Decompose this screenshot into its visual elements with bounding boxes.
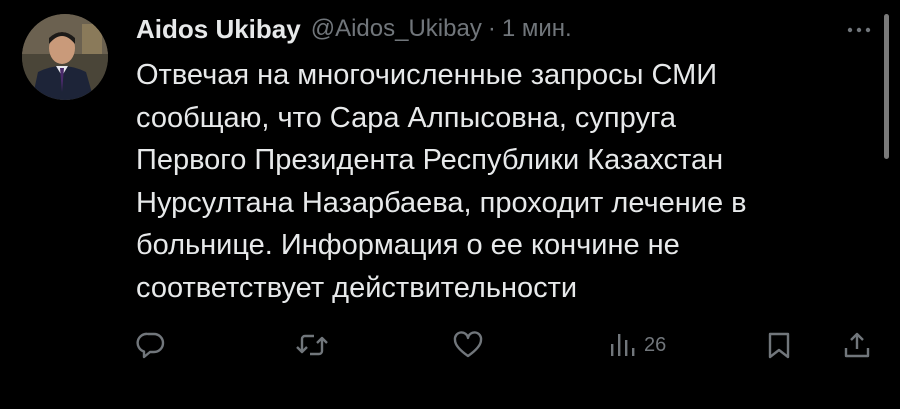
views-chart-icon	[611, 334, 635, 356]
tweet-line: больнице. Информация о ее кончине не	[136, 229, 680, 261]
tweet-line: соответствует действительности	[136, 271, 578, 304]
tweet-text: Отвечая на многочисленные запросы СМИ со…	[136, 54, 856, 309]
author-handle[interactable]: @Aidos_Ukibay	[311, 15, 482, 43]
bookmark-button[interactable]	[766, 330, 792, 360]
views-count: 26	[644, 333, 667, 356]
tweet-line: Отвечая на многочисленные запросы СМИ	[136, 59, 718, 91]
tweet-line: сообщаю, что Сара Алпысовна, супруга	[136, 101, 677, 134]
heart-icon	[453, 331, 483, 358]
retweet-icon	[296, 334, 328, 356]
avatar[interactable]	[22, 14, 108, 100]
author-name[interactable]: Aidos Ukibay	[136, 14, 301, 45]
tweet-time[interactable]: 1 мин.	[502, 15, 572, 43]
avatar-photo	[22, 14, 108, 100]
tweet-line: Первого Президента Республики Казахстан	[136, 144, 724, 176]
like-button[interactable]	[452, 330, 484, 360]
more-icon	[847, 27, 871, 33]
more-options-button[interactable]	[846, 22, 872, 33]
scrollbar[interactable]	[884, 14, 889, 159]
bookmark-icon	[768, 332, 790, 359]
reply-button[interactable]	[136, 330, 166, 360]
tweet-line: Нурсултана Назарбаева, проходит лечение …	[136, 186, 747, 219]
share-icon	[844, 332, 870, 358]
tweet-header: Aidos Ukibay @Aidos_Ukibay · 1 мин.	[136, 12, 572, 46]
views-button[interactable]: 26	[608, 330, 666, 360]
share-button[interactable]	[842, 330, 872, 360]
reply-icon	[136, 332, 165, 359]
retweet-button[interactable]	[295, 330, 329, 360]
time-separator: ·	[487, 15, 496, 42]
